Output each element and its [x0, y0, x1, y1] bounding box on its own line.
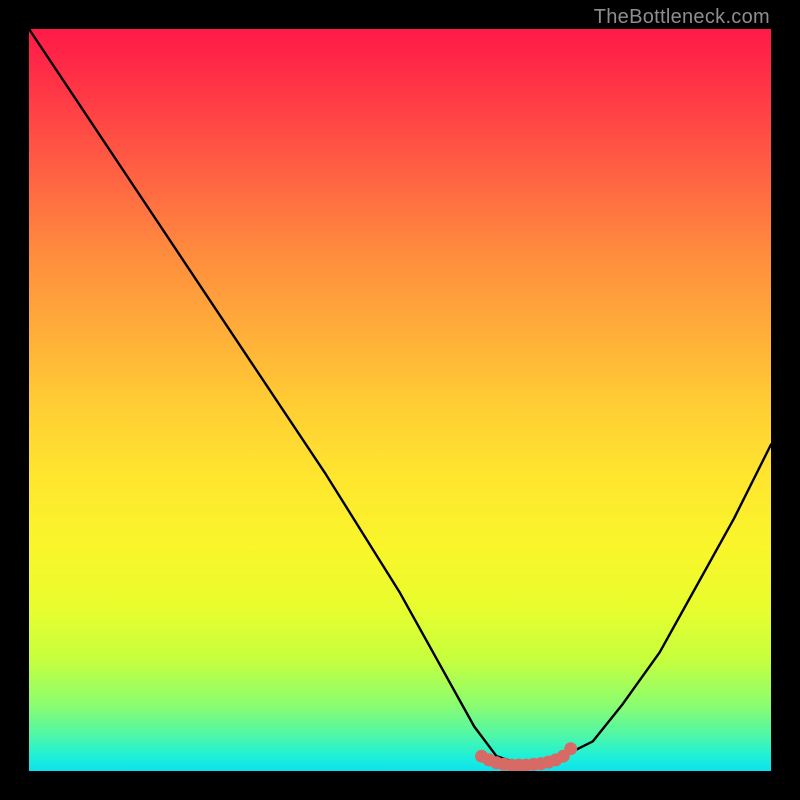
plot-area [29, 29, 771, 771]
chart-svg [29, 29, 771, 771]
watermark-text: TheBottleneck.com [594, 6, 770, 29]
bottleneck-curve [29, 29, 771, 764]
chart-container: TheBottleneck.com [0, 0, 800, 800]
